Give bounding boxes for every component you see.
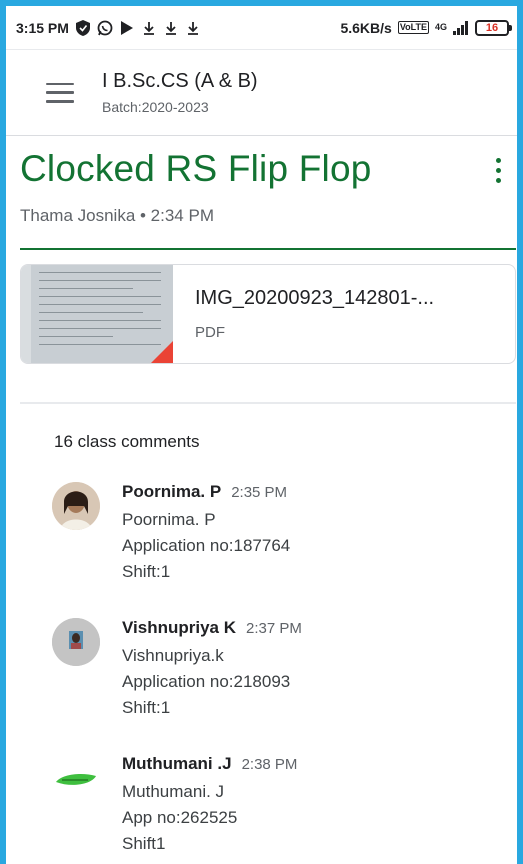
comment-text: Shift1	[122, 834, 166, 853]
download-icon	[141, 20, 157, 36]
network-type: 4G	[434, 22, 447, 32]
download-icon	[163, 20, 179, 36]
app-frame: 3:15 PM 5.6KB/s VoLTE 4G 16 I B.Sc.CS (A…	[6, 6, 517, 864]
status-bar: 3:15 PM 5.6KB/s VoLTE 4G 16	[6, 6, 517, 50]
comment-item: Vishnupriya K 2:37 PM Vishnupriya.k Appl…	[6, 618, 517, 718]
comment-text: Poornima. P	[122, 510, 216, 529]
play-store-icon	[119, 20, 135, 36]
signal-icon	[453, 20, 469, 36]
menu-icon[interactable]	[46, 82, 74, 103]
comment-author: Muthumani .J	[122, 754, 232, 773]
comment-time: 2:38 PM	[241, 756, 298, 773]
comment-text: Application no:218093	[122, 672, 291, 691]
class-title: I B.Sc.CS (A & B)	[102, 70, 258, 92]
avatar	[52, 754, 100, 802]
comment-text: Shift:1	[122, 698, 171, 717]
comment-author: Vishnupriya K	[122, 618, 236, 637]
comment-text: Shift:1	[122, 562, 171, 581]
post-title: Clocked RS Flip Flop	[20, 148, 372, 189]
app-bar: I B.Sc.CS (A & B) Batch:2020-2023	[6, 50, 517, 136]
pdf-icon	[151, 341, 173, 363]
battery-icon: 16	[475, 19, 512, 36]
whatsapp-icon	[97, 20, 113, 36]
comments-count[interactable]: 16 class comments	[6, 404, 517, 452]
title-divider	[20, 248, 516, 250]
avatar	[52, 482, 100, 530]
attachment-name: IMG_20200923_142801-...	[195, 287, 435, 309]
class-batch: Batch:2020-2023	[102, 99, 209, 115]
comment-item: Muthumani .J 2:38 PM Muthumani. J App no…	[6, 754, 517, 854]
status-time: 3:15 PM	[16, 19, 69, 36]
more-vert-icon[interactable]	[493, 158, 503, 183]
attachment-thumbnail	[21, 265, 173, 363]
volte-badge: VoLTE	[397, 21, 429, 34]
attachment-card[interactable]: IMG_20200923_142801-... PDF	[20, 264, 516, 364]
comment-text: Application no:187764	[122, 536, 291, 555]
post-meta: Thama Josnika • 2:34 PM	[20, 206, 214, 225]
comment-time: 2:35 PM	[231, 484, 288, 501]
attachment-type: PDF	[195, 324, 225, 341]
comment-item: Poornima. P 2:35 PM Poornima. P Applicat…	[6, 482, 517, 582]
shield-icon	[75, 19, 91, 36]
network-speed: 5.6KB/s	[340, 19, 392, 36]
comment-text: Muthumani. J	[122, 782, 225, 801]
download-icon	[185, 20, 201, 36]
comment-text: App no:262525	[122, 808, 238, 827]
comment-text: Vishnupriya.k	[122, 646, 224, 665]
battery-level: 16	[485, 21, 499, 34]
comment-author: Poornima. P	[122, 482, 222, 501]
avatar	[52, 618, 100, 666]
post-header: Clocked RS Flip Flop Thama Josnika • 2:3…	[6, 136, 517, 226]
comment-time: 2:37 PM	[246, 620, 302, 637]
